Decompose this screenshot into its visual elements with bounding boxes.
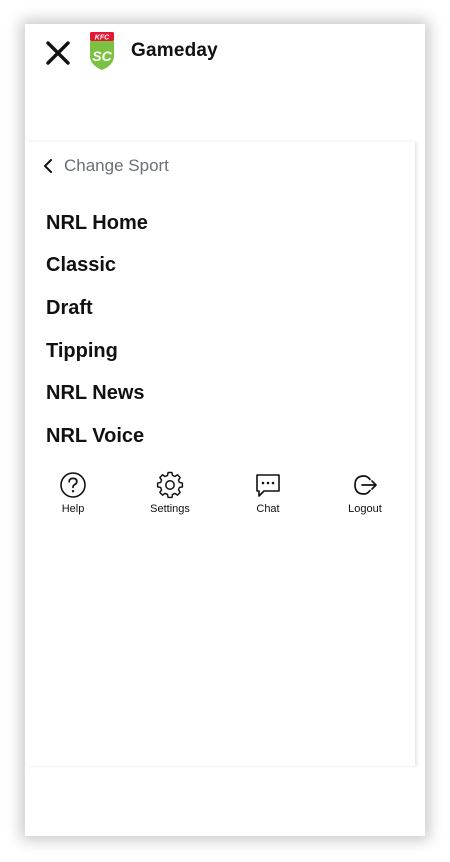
help-label: Help (61, 503, 85, 515)
nav-item-draft[interactable]: Draft (46, 287, 148, 330)
help-icon (58, 470, 88, 500)
logout-icon (350, 470, 380, 500)
app-frame: KFC SC Gameday Change Sport NRL Home Cla… (25, 24, 425, 836)
gear-icon (155, 470, 185, 500)
svg-text:SC: SC (92, 48, 112, 64)
chat-label: Chat (256, 503, 280, 515)
nav-item-nrl-news[interactable]: NRL News (46, 372, 148, 415)
chat-button[interactable]: Chat (228, 470, 308, 515)
close-button[interactable] (41, 36, 75, 70)
nav-item-nrl-voice[interactable]: NRL Voice (46, 415, 148, 458)
app-title: Gameday (131, 40, 218, 61)
close-icon (46, 41, 70, 65)
kfc-supercoach-logo: KFC SC (90, 32, 114, 70)
help-button[interactable]: Help (33, 470, 113, 515)
logout-label: Logout (348, 503, 382, 515)
app-header: KFC SC Gameday (25, 24, 425, 142)
chevron-left-icon (43, 158, 55, 174)
change-sport-link[interactable]: Change Sport (43, 156, 169, 176)
nav-item-nrl-home[interactable]: NRL Home (46, 202, 148, 245)
settings-button[interactable]: Settings (130, 470, 210, 515)
chat-icon (253, 470, 283, 500)
svg-text:KFC: KFC (95, 34, 110, 41)
nav-list: NRL Home Classic Draft Tipping NRL News … (46, 202, 148, 458)
settings-label: Settings (150, 503, 190, 515)
footer-actions: Help Settings Chat Logout (25, 470, 415, 530)
nav-item-classic[interactable]: Classic (46, 245, 148, 288)
change-sport-label: Change Sport (64, 156, 169, 175)
logout-button[interactable]: Logout (325, 470, 405, 515)
nav-item-tipping[interactable]: Tipping (46, 330, 148, 373)
navigation-menu: Change Sport NRL Home Classic Draft Tipp… (25, 142, 415, 766)
